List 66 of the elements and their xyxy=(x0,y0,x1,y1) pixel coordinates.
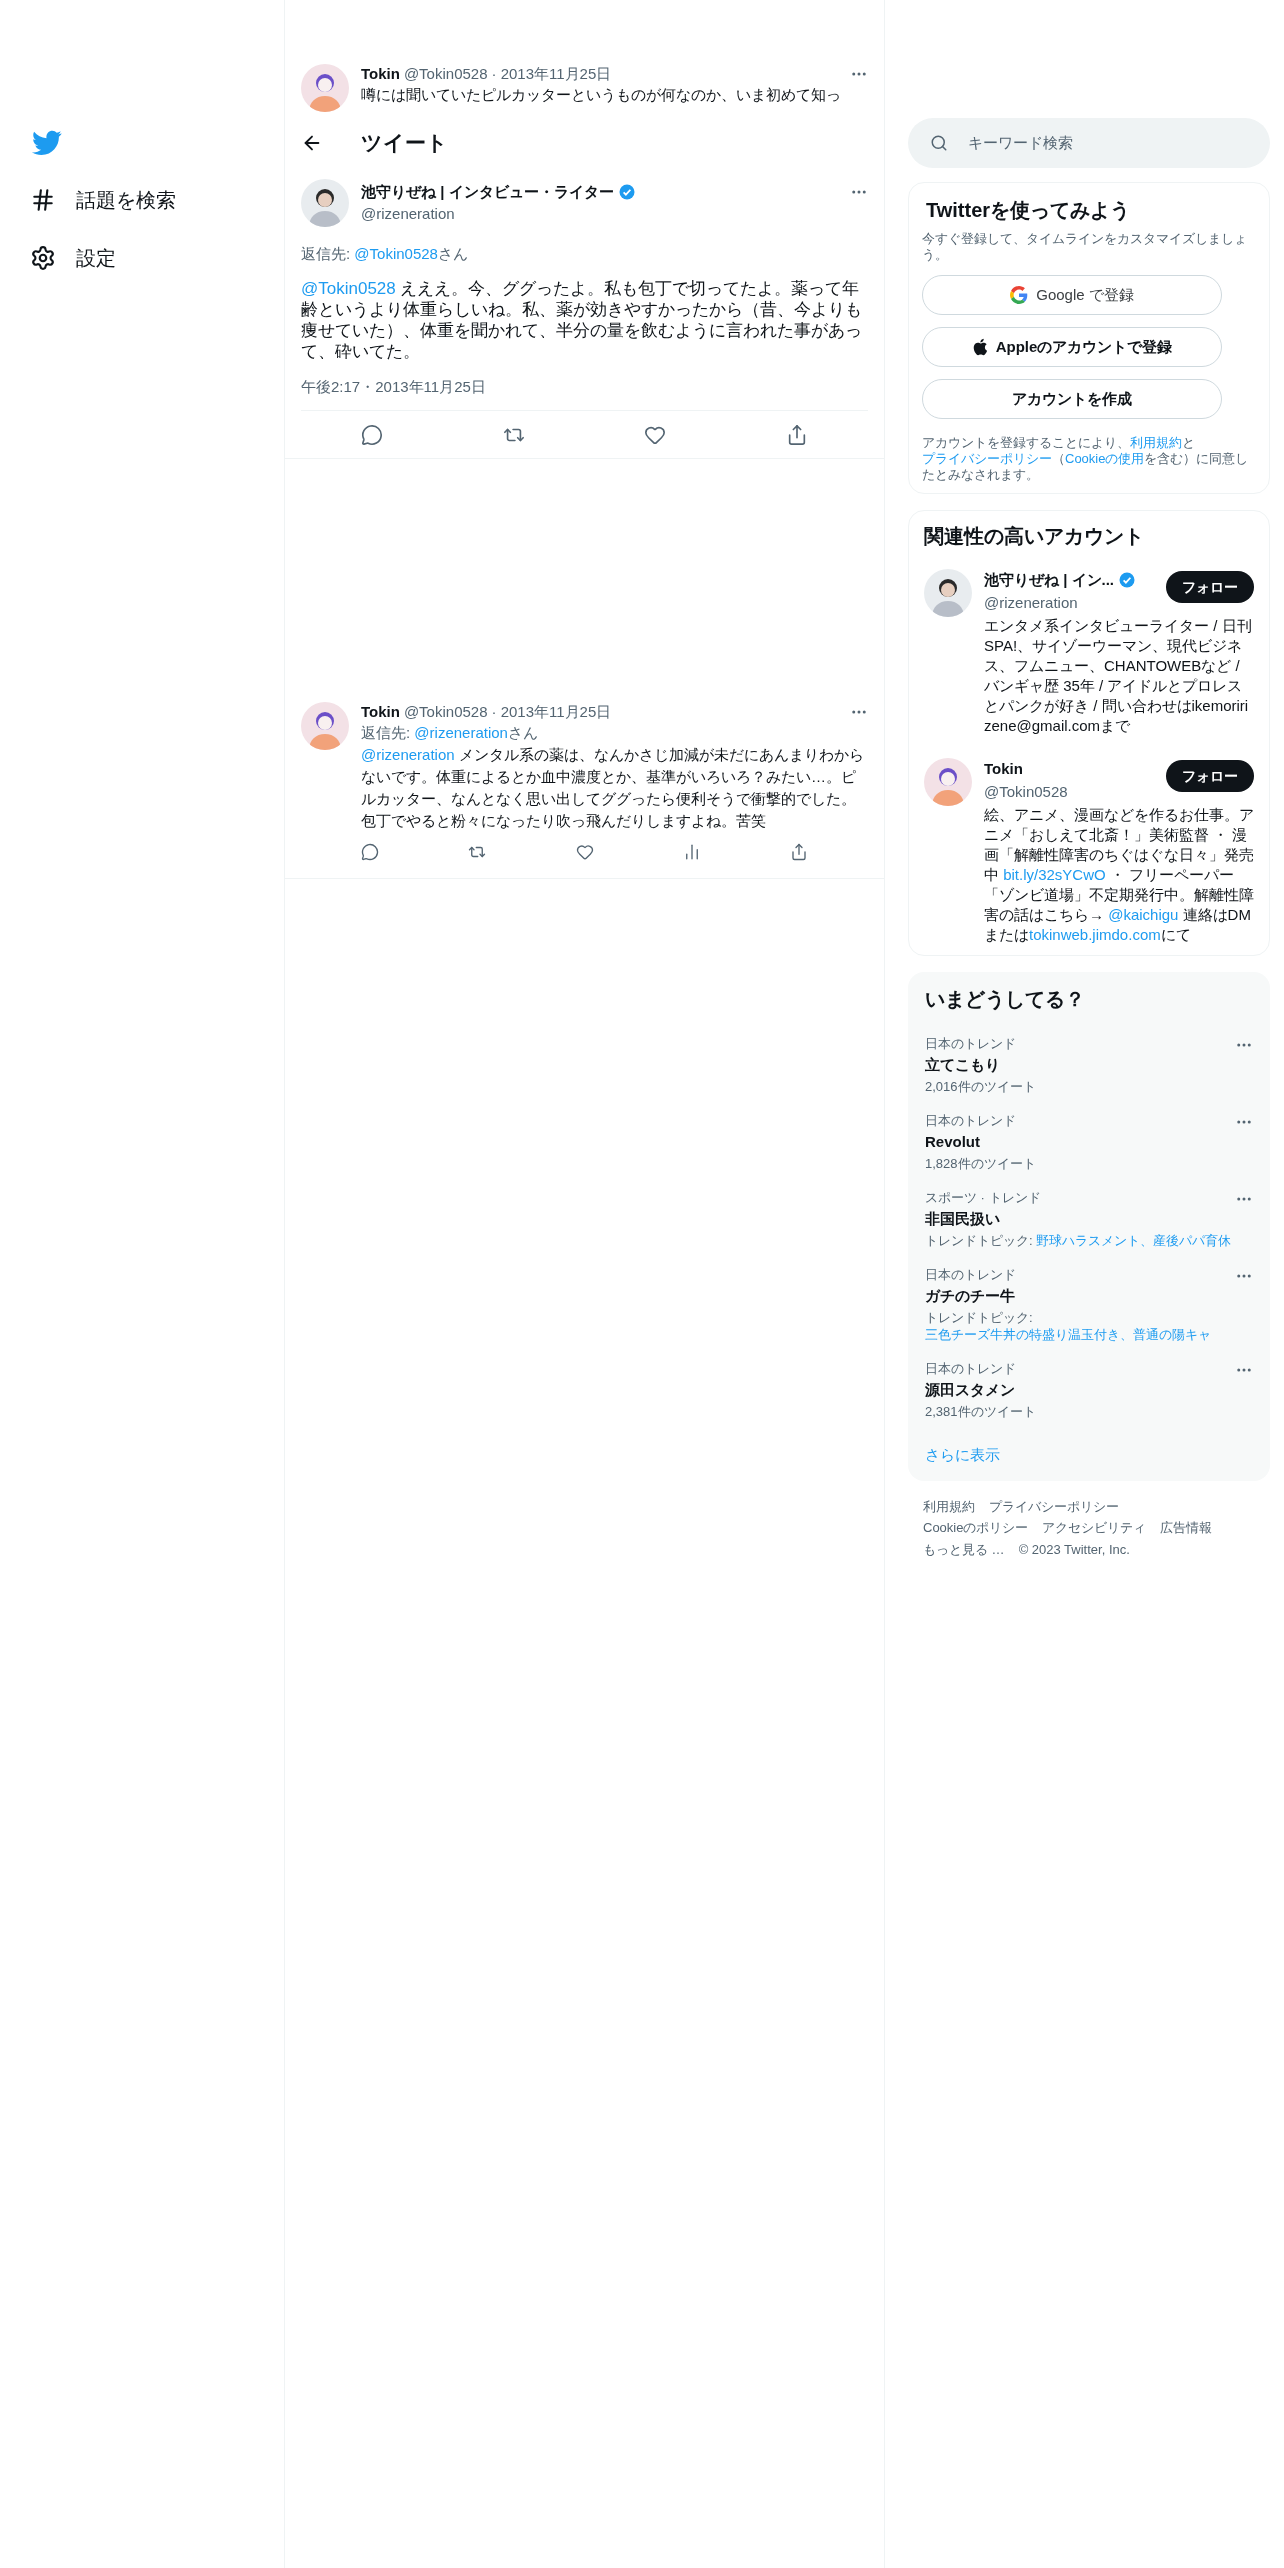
account-name[interactable]: Tokin xyxy=(984,758,1023,781)
account-bio: 絵、アニメ、漫画などを作るお仕事。アニメ「おしえて北斎！」美術監督 ・ 漫画「解離性障害のちぐはぐな日々」発売中 bit.ly/32sYCwO ・ フリーペーパー「ゾンビ道場」不定期発行中。解離性障害の話はこちら→ @kaichigu 連絡はDMまたはtokinweb.jimdo.comにて xyxy=(984,805,1254,945)
hashtag-icon xyxy=(30,187,56,213)
footer-link[interactable]: Cookieのポリシー xyxy=(923,1518,1029,1538)
reply-to-line: 返信先: @Tokin0528さん xyxy=(301,244,469,264)
card-title: Twitterを使ってみよう xyxy=(925,198,1132,223)
follow-button[interactable]: フォロー xyxy=(1166,571,1254,603)
author-name[interactable]: 池守りぜね | インタビュー・ライター xyxy=(361,180,614,203)
card-subtitle: 今すぐ登録して、タイムラインをカスタマイズしましょう。 xyxy=(922,231,1248,263)
author-handle: @Tokin0528 xyxy=(403,64,488,84)
trend-context: 日本のトレンド xyxy=(925,1036,1017,1052)
account-handle: @Tokin0528 xyxy=(984,781,1068,802)
avatar[interactable] xyxy=(924,569,972,617)
author-name[interactable]: Tokin xyxy=(361,64,400,84)
trend-detail: 1,828件のツイート xyxy=(925,1155,1037,1172)
trend-detail: トレンドトピック: 野球ハラスメント、産後パパ育休 xyxy=(925,1232,1233,1249)
trend-context: 日本のトレンド xyxy=(925,1113,1017,1129)
trend-context: 日本のトレンド xyxy=(925,1267,1017,1283)
like-icon[interactable] xyxy=(575,843,594,861)
author-name[interactable]: Tokin xyxy=(361,702,400,722)
follow-button[interactable]: フォロー xyxy=(1166,760,1254,792)
footer-link[interactable]: もっと見る … xyxy=(923,1539,1005,1559)
author-handle: @rizeneration xyxy=(361,204,455,224)
search-field[interactable]: キーワード検索 xyxy=(908,118,1270,168)
trend-name[interactable]: 立てこもり xyxy=(925,1054,1000,1076)
bird-logo-icon[interactable] xyxy=(32,130,62,156)
trend-name[interactable]: ガチのチー牛 xyxy=(925,1285,1015,1307)
terms-text: アカウントを登録することにより、利用規約 と プライバシーポリシー（Cookieの使用を含む）に同意したとみなされます。 xyxy=(922,435,1250,483)
apple-icon xyxy=(971,338,988,356)
tweet-text: 噂には聞いていたピルカッターというものが何なのか、いま初めて知っ xyxy=(361,85,842,105)
tweet-date: · 2013年11月25日 xyxy=(491,64,612,84)
settings-icon xyxy=(30,245,56,271)
account-handle: @rizeneration xyxy=(984,592,1078,613)
tweet-text: @Tokin0528 えええ。今、ググったよ。私も包丁で切ってたよ。薬って年齢というより体重らしいね。私、薬が効きやすかったから（昔、今よりも痩せていた）、体重を聞かれて、半分の量を飲むように言われた事があって、砕いてた。 xyxy=(301,277,863,362)
trend-name[interactable]: 源田スタメン xyxy=(925,1379,1015,1401)
tweet-date: · 2013年11月25日 xyxy=(491,702,612,722)
footer-link[interactable]: プライバシーポリシー xyxy=(989,1496,1119,1516)
trend-detail: トレンドトピック: 三色チーズ牛丼の特盛り温玉付き、普通の陽キャ xyxy=(925,1309,1212,1343)
account-name[interactable]: 池守りぜね | イン... xyxy=(984,569,1115,592)
trend-detail: 2,016件のツイート xyxy=(925,1078,1037,1095)
account-bio: エンタメ系インタビューライター / 日刊SPA!、サイゾーウーマン、現代ビジネス、フムニュー、CHANTOWEBなど / バンギャ歴 35年 / アイドルとプロレスとパンクが好き / 問い合わせはikemoririzene@gmail.comまで xyxy=(984,616,1253,736)
card-title: いまどうしてる？ xyxy=(925,987,1086,1012)
trend-name[interactable]: Revolut xyxy=(925,1131,980,1153)
header-title: ツイート xyxy=(361,129,448,156)
footer-link[interactable]: 広告情報 xyxy=(1160,1518,1213,1538)
reply-icon[interactable] xyxy=(360,423,383,446)
trend-context: スポーツ · トレンド xyxy=(925,1190,1042,1206)
author-handle: @Tokin0528 xyxy=(403,702,488,722)
google-g-icon xyxy=(1010,286,1029,304)
trend-name[interactable]: 非国民扱い xyxy=(925,1208,1000,1230)
reply-icon[interactable] xyxy=(361,843,379,861)
trend-detail: 2,381件のツイート xyxy=(925,1403,1037,1420)
footer-link[interactable]: 利用規約 xyxy=(923,1496,975,1516)
search-icon xyxy=(930,134,948,152)
share-icon[interactable] xyxy=(790,843,808,861)
trend-context: 日本のトレンド xyxy=(925,1361,1017,1377)
search-input[interactable]: キーワード検索 xyxy=(968,131,1248,155)
card-title: 関連性の高いアカウント xyxy=(924,524,1145,549)
nav-item[interactable]: 設定 xyxy=(30,236,132,280)
avatar[interactable] xyxy=(301,179,349,227)
footer-link[interactable]: アクセシビリティ xyxy=(1042,1518,1147,1538)
reply-to-line: 返信先: @rizenerationさん xyxy=(361,723,539,743)
nav-item[interactable]: 話題を検索 xyxy=(30,178,192,222)
tweet-timestamp: 午後2:17・2013年11月25日 xyxy=(301,376,487,397)
tweet-text: @rizeneration メンタル系の薬は、なんかさじ加減が未だにあんまりわからないです。体重によるとか血中濃度とか、基準がいろいろ？みたい…。ピルカッター、なんとなく思い出してググったら便利そうで衝撃的でした。包丁でやると粉々になったり吹っ飛んだりしますよね。苦笑 xyxy=(361,745,865,831)
footer-link[interactable]: © 2023 Twitter, Inc. xyxy=(1018,1539,1130,1559)
